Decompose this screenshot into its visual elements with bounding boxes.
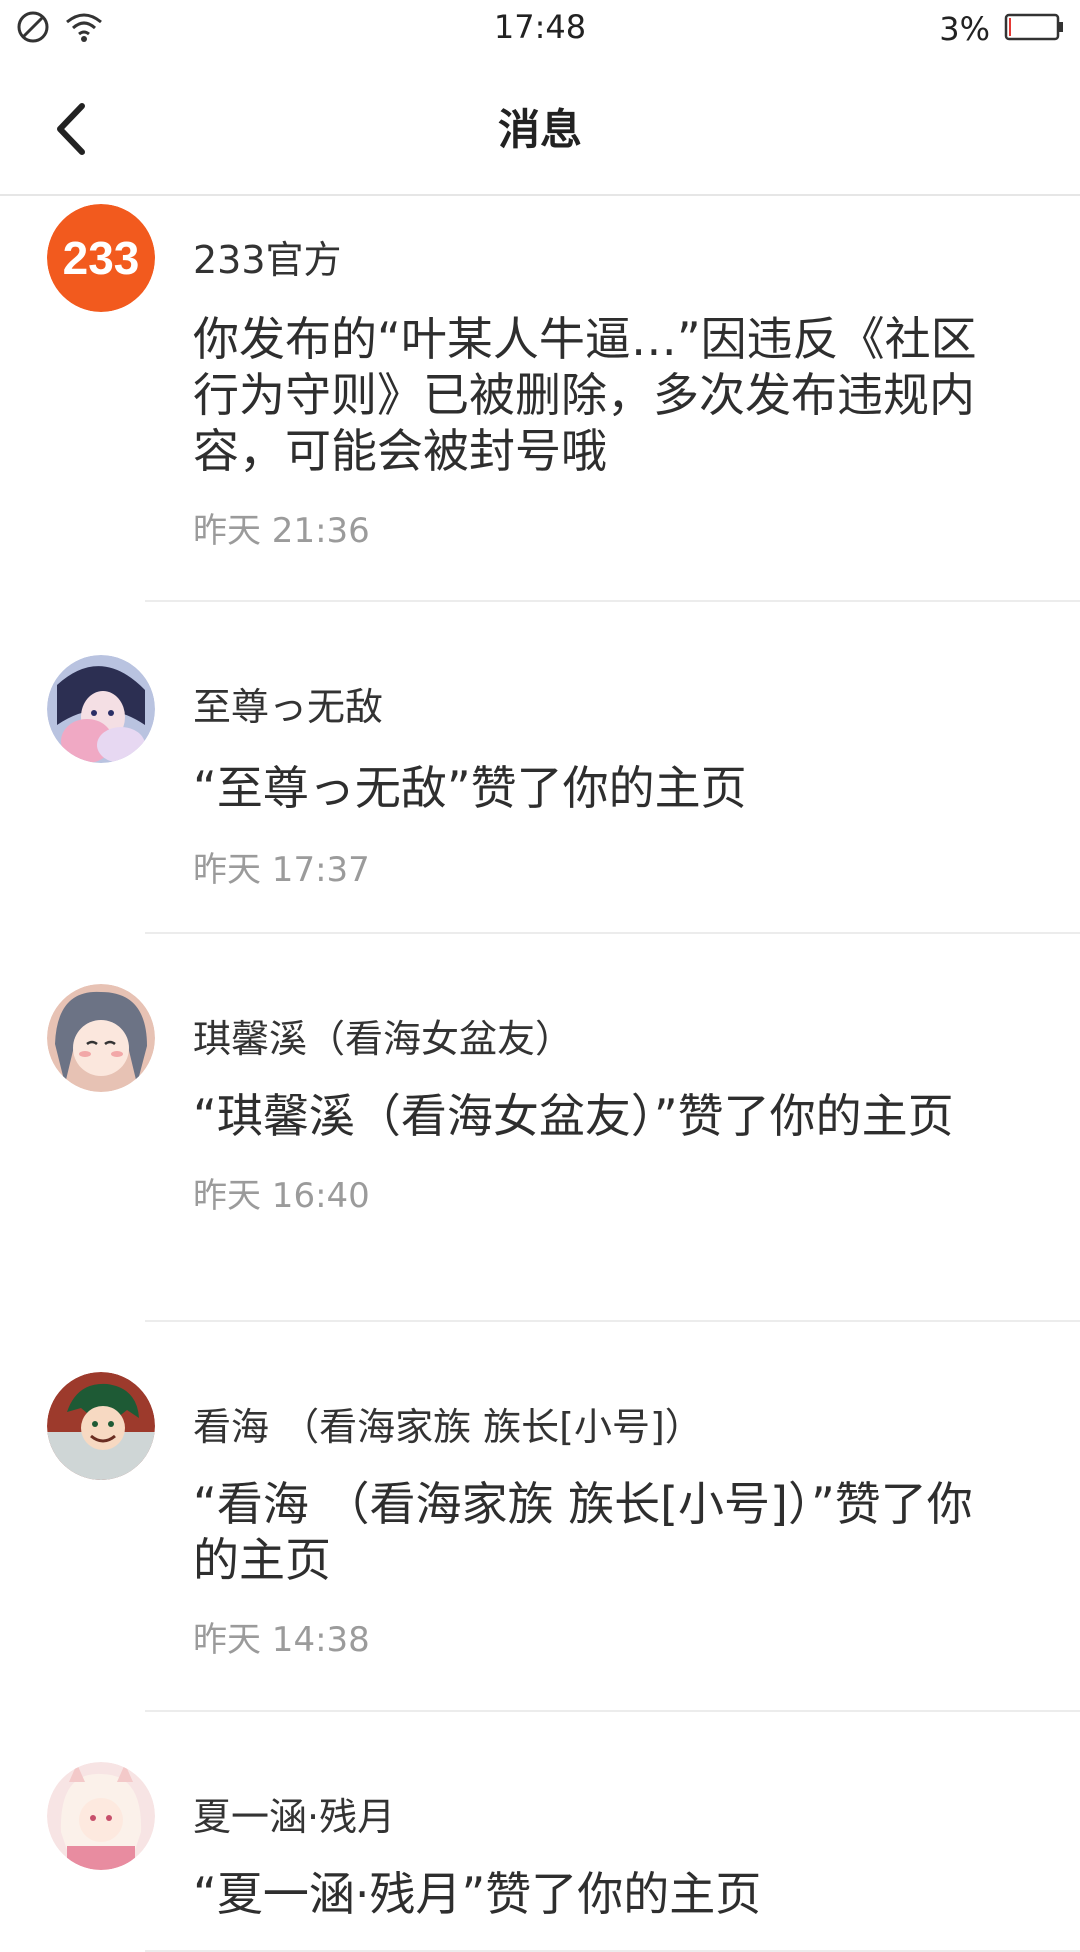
message-content: “看海 （看海家族 族长[小号]）”赞了你的主页 (193, 1477, 973, 1587)
page-title: 消息 (497, 105, 582, 154)
message-list: 233 233官方 你发布的“叶某人牛逼…”因违反《社区行为守则》已被删除，多次… (0, 196, 1080, 1952)
avatar[interactable] (47, 1762, 155, 1870)
avatar[interactable]: 233 (47, 204, 155, 312)
battery-icon (1004, 12, 1064, 46)
avatar[interactable] (47, 984, 155, 1092)
message-time: 昨天 16:40 (193, 1176, 370, 1216)
avatar[interactable] (47, 655, 155, 763)
anime-avatar-icon (47, 984, 155, 1092)
233-logo-icon: 233 (47, 204, 155, 312)
message-item[interactable]: 琪馨溪（看海女盆友） “琪馨溪（看海女盆友）”赞了你的主页 昨天 16:40 (0, 934, 1080, 1322)
message-content: “至尊っ无敌”赞了你的主页 (193, 761, 747, 815)
message-item[interactable]: 233 233官方 你发布的“叶某人牛逼…”因违反《社区行为守则》已被删除，多次… (0, 196, 1080, 602)
sender-name: 看海 （看海家族 族长[小号]） (193, 1405, 703, 1449)
anime-avatar-icon (47, 655, 155, 763)
message-time: 昨天 14:38 (193, 1620, 370, 1660)
sender-name: 夏一涵·残月 (193, 1795, 396, 1839)
message-time: 昨天 17:37 (193, 850, 370, 890)
sender-name: 233官方 (193, 238, 342, 282)
message-content: 你发布的“叶某人牛逼…”因违反《社区行为守则》已被删除，多次发布违规内容，可能会… (193, 312, 977, 478)
nav-bar: 消息 (0, 56, 1080, 196)
anime-avatar-icon (47, 1762, 155, 1870)
message-time: 昨天 21:36 (193, 511, 370, 551)
avatar[interactable] (47, 1372, 155, 1480)
sender-name: 至尊っ无敌 (193, 685, 384, 729)
message-content: “夏一涵·残月”赞了你的主页 (193, 1867, 762, 1921)
message-item[interactable]: 看海 （看海家族 族长[小号]） “看海 （看海家族 族长[小号]）”赞了你的主… (0, 1322, 1080, 1712)
battery-percent: 3% (939, 10, 990, 48)
status-time: 17:48 (493, 8, 587, 46)
message-item[interactable]: 夏一涵·残月 “夏一涵·残月”赞了你的主页 (0, 1712, 1080, 1952)
message-content: “琪馨溪（看海女盆友）”赞了你的主页 (193, 1089, 954, 1143)
status-right-icons: 3% (939, 10, 1064, 48)
svg-text:233: 233 (63, 232, 140, 284)
status-bar: 17:48 3% (0, 0, 1080, 56)
anime-avatar-icon (47, 1372, 155, 1480)
message-item[interactable]: 至尊っ无敌 “至尊っ无敌”赞了你的主页 昨天 17:37 (0, 602, 1080, 934)
sender-name: 琪馨溪（看海女盆友） (193, 1017, 574, 1061)
